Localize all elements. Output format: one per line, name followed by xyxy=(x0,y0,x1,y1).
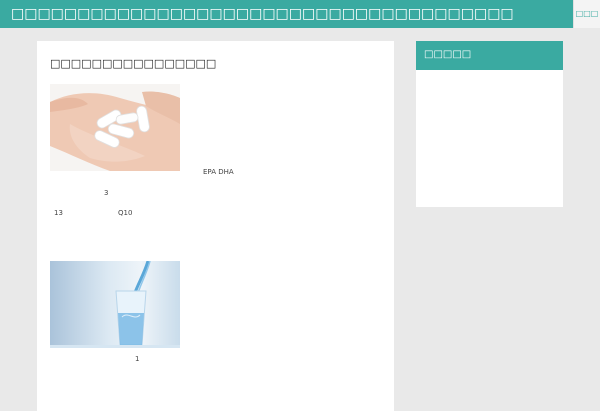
water-glass-image xyxy=(50,261,180,348)
pills-in-hand-illustration xyxy=(50,84,180,171)
sidebar-widget-title: □□□□□ xyxy=(424,49,472,60)
post-title: □□□□□□□□□□□□□□□□ xyxy=(50,57,217,70)
article-card: □□□□□□□□□□□□□□□□ EPA DHA 3 13 Q10 1 xyxy=(37,41,394,411)
water-glass-illustration xyxy=(50,261,180,348)
menu-button[interactable]: □□□ xyxy=(573,0,600,28)
text-3: 3 xyxy=(104,189,109,197)
text-epa-dha: EPA DHA xyxy=(203,168,234,176)
site-title[interactable]: □□□□□□□□□□□□□□□□□□□□□□□□□□□□□□□□□□□□□□ xyxy=(11,4,514,24)
pills-in-hand-image xyxy=(50,84,180,171)
site-header: □□□□□□□□□□□□□□□□□□□□□□□□□□□□□□□□□□□□□□ □… xyxy=(0,0,600,28)
sidebar-widget: □□□□□ xyxy=(416,41,563,207)
text-1: 1 xyxy=(135,355,140,363)
text-13: 13 xyxy=(54,209,63,217)
text-q10: Q10 xyxy=(118,209,133,217)
sidebar-widget-header: □□□□□ xyxy=(416,41,563,70)
